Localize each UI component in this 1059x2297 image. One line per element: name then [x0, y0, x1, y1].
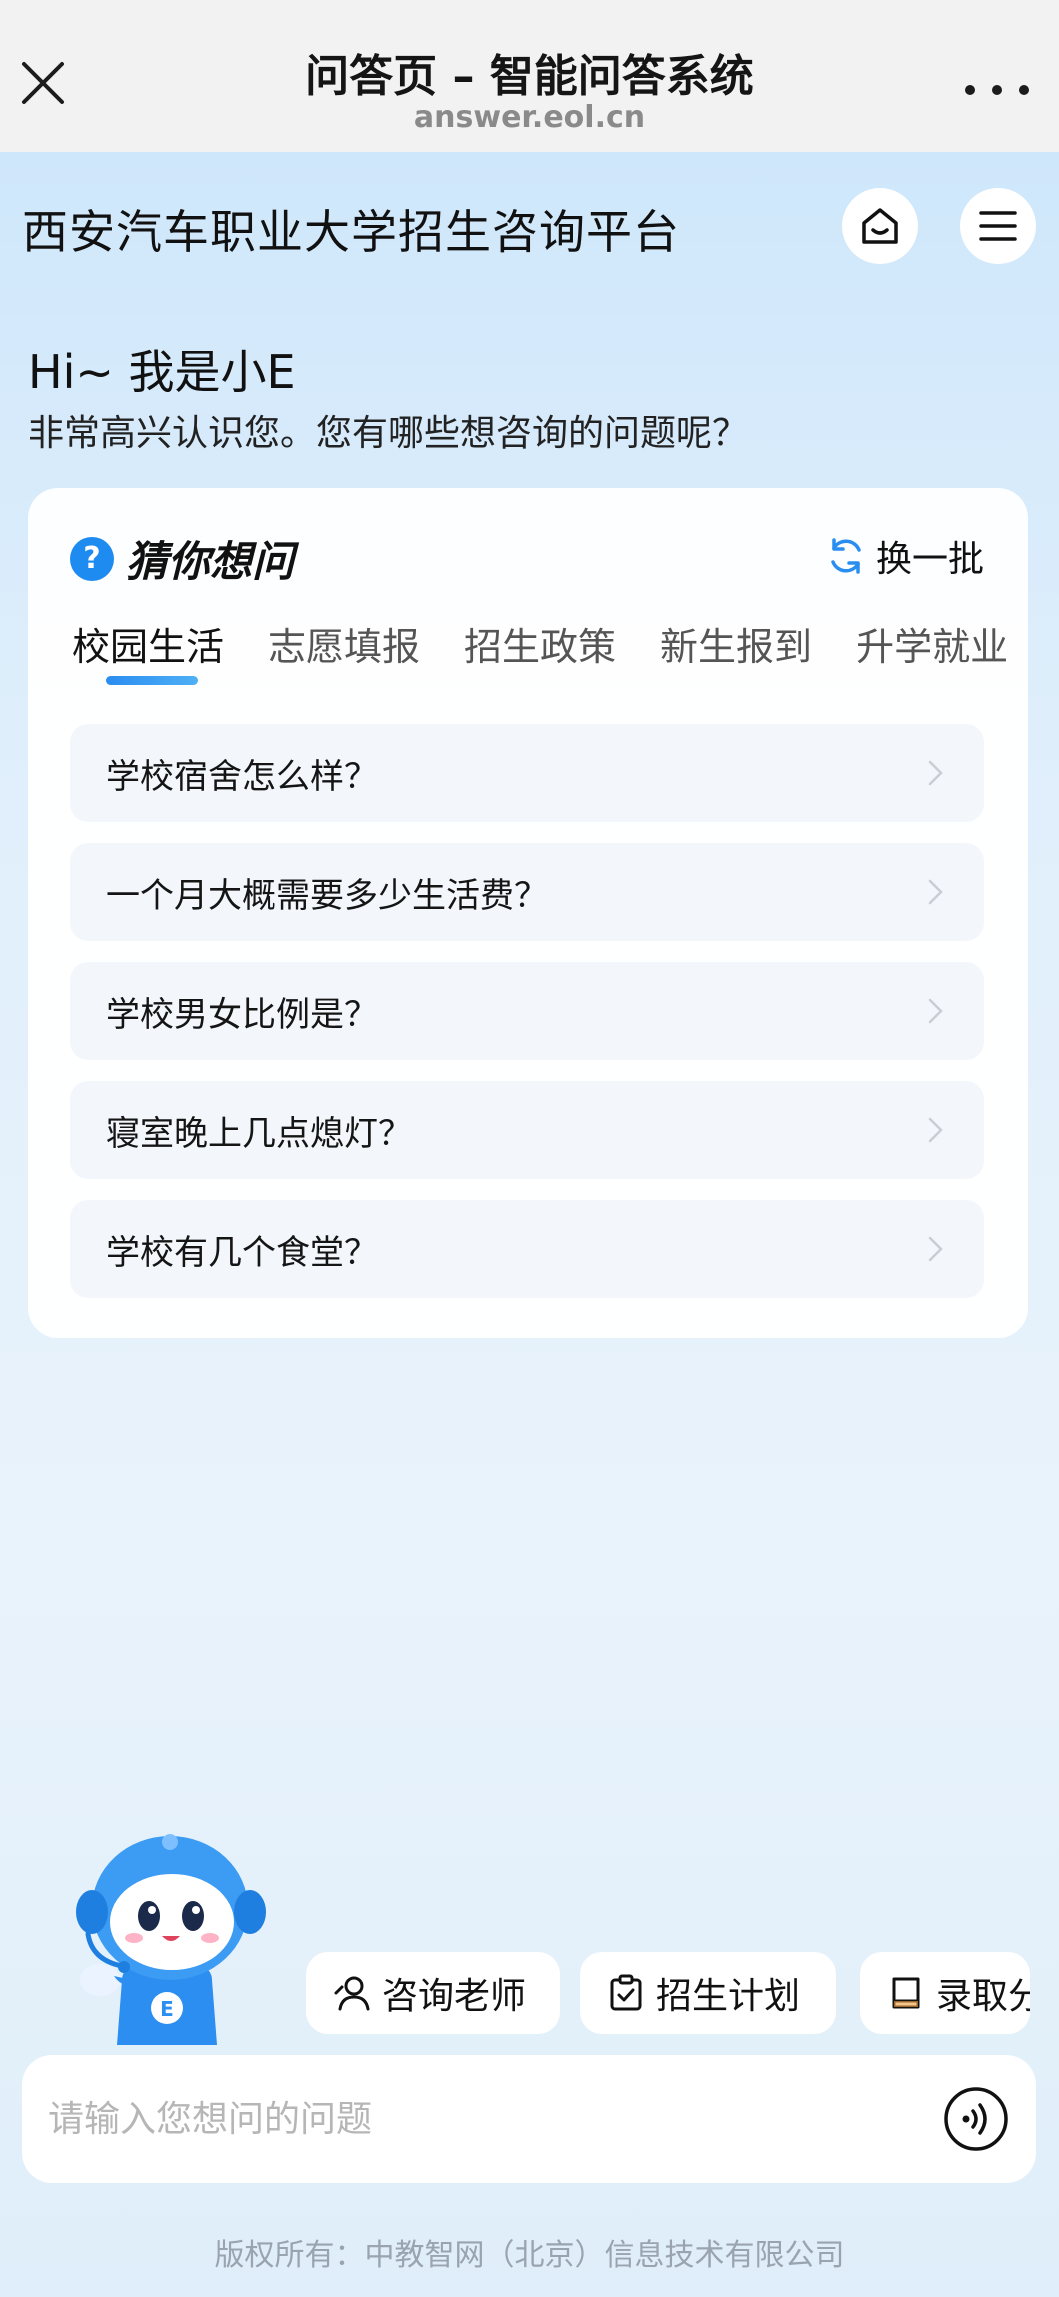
- card-header: ? 猜你想问: [70, 528, 294, 589]
- question-item[interactable]: 一个月大概需要多少生活费？: [70, 843, 984, 941]
- chat-page: 西安汽车职业大学招生咨询平台 Hi~ 我是小E 非常高兴认识您。您有哪些想咨询的…: [0, 152, 1059, 2297]
- tab-application[interactable]: 志愿填报: [268, 616, 420, 671]
- chevron-right-icon: [928, 760, 943, 786]
- greeting-subtitle: 非常高兴认识您。您有哪些想咨询的问题呢？: [28, 413, 749, 454]
- chevron-right-icon: [928, 879, 943, 905]
- page-title: 问答页 – 智能问答系统: [305, 51, 754, 102]
- browser-topbar: 问答页 – 智能问答系统 answer.eol.cn: [0, 0, 1059, 152]
- book-icon: [892, 1977, 920, 2009]
- chevron-right-icon: [928, 1236, 943, 1262]
- question-text: 寝室晚上几点熄灯？: [106, 1113, 412, 1154]
- voice-button[interactable]: [942, 2085, 1010, 2153]
- chevron-right-icon: [928, 998, 943, 1024]
- question-text: 学校有几个食堂？: [106, 1232, 378, 1273]
- clipboard-icon: [610, 1974, 642, 2011]
- more-button[interactable]: [965, 70, 1029, 110]
- mascot-robot: E: [76, 1834, 266, 2045]
- question-item[interactable]: 学校宿舍怎么样？: [70, 724, 984, 822]
- menu-button[interactable]: [960, 188, 1036, 264]
- card-title: 猜你想问: [126, 537, 295, 586]
- home-icon: [862, 208, 898, 244]
- question-input-bar: [22, 2055, 1036, 2183]
- contact-teacher-label: 咨询老师: [382, 1976, 527, 2017]
- refresh-button[interactable]: 换一批: [826, 530, 984, 582]
- more-icon: [965, 85, 1029, 95]
- question-text: 学校男女比例是？: [106, 994, 378, 1035]
- tab-campus-life[interactable]: 校园生活: [72, 616, 224, 671]
- greeting-title: Hi~ 我是小E: [28, 345, 296, 399]
- admission-score-button[interactable]: 录取分数: [860, 1952, 1030, 2034]
- question-item[interactable]: 学校有几个食堂？: [70, 1200, 984, 1298]
- question-input[interactable]: [48, 2081, 928, 2157]
- question-item[interactable]: 学校男女比例是？: [70, 962, 984, 1060]
- admission-plan-button[interactable]: 招生计划: [580, 1952, 836, 2034]
- refresh-label: 换一批: [875, 539, 984, 580]
- copyright-footer: 版权所有：中教智网（北京）信息技术有限公司: [214, 2238, 845, 2273]
- tab-admission-policy[interactable]: 招生政策: [464, 616, 616, 671]
- home-button[interactable]: [842, 188, 918, 264]
- page-url: answer.eol.cn: [413, 100, 646, 135]
- platform-title: 西安汽车职业大学招生咨询平台: [22, 205, 680, 259]
- refresh-icon: [831, 538, 861, 574]
- tab-further-study[interactable]: 升学就业: [856, 616, 1008, 671]
- svg-text:E: E: [160, 1997, 174, 2021]
- question-item[interactable]: 寝室晚上几点熄灯？: [70, 1081, 984, 1179]
- tab-enrollment[interactable]: 新生报到: [660, 616, 812, 671]
- user-icon: [334, 1976, 370, 2011]
- chevron-right-icon: [928, 1117, 943, 1143]
- menu-icon: [979, 211, 1017, 241]
- question-icon: ?: [70, 536, 114, 581]
- admission-score-label: 录取分数: [936, 1976, 1030, 2017]
- suggestion-card: ? 猜你想问 换一批 校园生活 志愿填报 招生政策 新生报到 升学就业 学校宿舍怎么样？…: [28, 488, 1028, 1338]
- voice-icon: [944, 2087, 1008, 2151]
- question-list: 学校宿舍怎么样？ 一个月大概需要多少生活费？ 学校男女比例是？ 寝室晚上几点熄灯…: [70, 724, 984, 1319]
- admission-plan-label: 招生计划: [656, 1976, 801, 2017]
- category-tabs: 校园生活 志愿填报 招生政策 新生报到 升学就业: [72, 616, 1012, 696]
- active-tab-indicator: [106, 676, 198, 685]
- contact-teacher-button[interactable]: 咨询老师: [306, 1952, 560, 2034]
- question-text: 一个月大概需要多少生活费？: [106, 875, 548, 916]
- question-text: 学校宿舍怎么样？: [106, 756, 378, 797]
